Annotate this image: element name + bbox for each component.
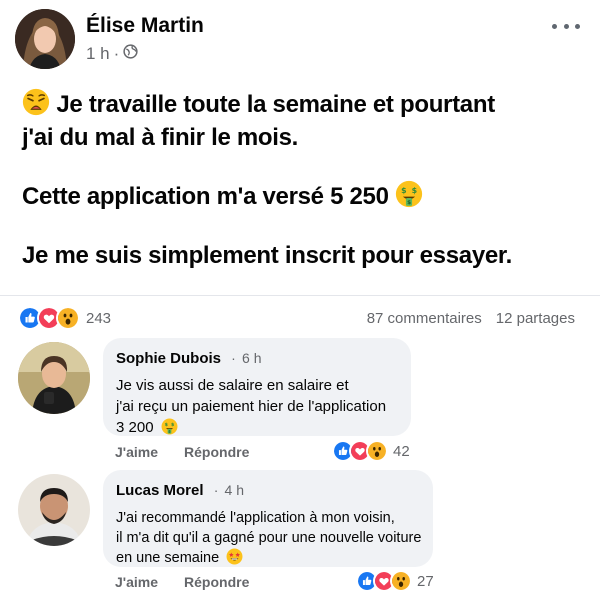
- post-text-line-3: Cette application m'a versé 5 250: [22, 180, 423, 211]
- like-comment-button[interactable]: J'aime: [115, 574, 158, 590]
- comment-author-line: Sophie Dubois · 6 h: [116, 350, 261, 367]
- comment-time[interactable]: 4 h: [225, 482, 244, 498]
- comment-actions: J'aime Répondre: [115, 574, 249, 590]
- comment-text-fragment: 3 200: [116, 419, 154, 436]
- comment-text-fragment: en une semaine: [116, 550, 220, 566]
- more-options-button[interactable]: [552, 16, 580, 36]
- comment-author[interactable]: Sophie Dubois: [116, 350, 221, 367]
- star-struck-face-icon: [226, 548, 243, 565]
- comment-text-line: j'ai reçu un paiement hier de l'applicat…: [116, 398, 387, 415]
- shares-count[interactable]: 12 partages: [496, 310, 575, 327]
- comment-reactions[interactable]: 42: [332, 440, 410, 462]
- post-meta: 1 h ·: [86, 44, 138, 64]
- reply-comment-button[interactable]: Répondre: [184, 574, 249, 590]
- divider: [0, 295, 600, 296]
- author-avatar[interactable]: [15, 9, 75, 69]
- reaction-icons: [356, 570, 412, 592]
- post-time[interactable]: 1 h: [86, 44, 110, 64]
- comment-bubble: Sophie Dubois · 6 h Je vis aussi de sala…: [103, 338, 411, 436]
- comment-text-line: 3 200: [116, 417, 386, 438]
- comment-text: Je vis aussi de salaire en salaire et j'…: [116, 375, 386, 438]
- money-mouth-face-icon: [395, 180, 423, 208]
- wow-icon: [390, 570, 412, 592]
- reaction-icons: [332, 440, 388, 462]
- comment-reactions-count: 42: [393, 442, 410, 460]
- comment-text-line: il m'a dit qu'il a gagné pour une nouvel…: [116, 530, 422, 546]
- comment-time-separator: ·: [213, 482, 219, 498]
- reaction-icons: [18, 306, 80, 330]
- comment-author-line: Lucas Morel · 4 h: [116, 482, 244, 499]
- reply-comment-button[interactable]: Répondre: [184, 444, 249, 460]
- post-text-line-2: j'ai du mal à finir le mois.: [22, 124, 299, 151]
- reactions-count: 243: [86, 309, 112, 327]
- post-author-name[interactable]: Élise Martin: [86, 14, 204, 38]
- comment-time[interactable]: 6 h: [242, 350, 261, 366]
- weary-face-icon: [22, 88, 50, 116]
- commenter-avatar[interactable]: [18, 342, 90, 414]
- post-text: Cette application m'a versé 5 250: [22, 183, 389, 210]
- commenter-avatar[interactable]: [18, 474, 90, 546]
- wow-icon: [56, 306, 80, 330]
- globe-icon: [123, 44, 138, 64]
- comment-time-separator: ·: [231, 350, 236, 366]
- comments-count[interactable]: 87 commentaires: [367, 310, 482, 327]
- comment-actions: J'aime Répondre: [115, 444, 249, 460]
- comment-text-line: Je vis aussi de salaire en salaire et: [116, 377, 349, 394]
- comment-text-line: J'ai recommandé l'application à mon vois…: [116, 510, 395, 526]
- dot-icon: [575, 23, 580, 29]
- dot-icon: [552, 23, 557, 29]
- post-stats: 87 commentaires 12 partages: [367, 310, 575, 327]
- comment-reactions[interactable]: 27: [356, 570, 434, 592]
- dot-icon: [563, 23, 569, 29]
- post-text-line-1: Je travaille toute la semaine et pourtan…: [22, 88, 495, 119]
- wow-icon: [366, 440, 388, 462]
- comment-text: J'ai recommandé l'application à mon vois…: [116, 508, 421, 568]
- post-text-line-4: Je me suis simplement inscrit pour essay…: [22, 242, 512, 269]
- comment-author[interactable]: Lucas Morel: [116, 482, 204, 499]
- comment-reactions-count: 27: [417, 572, 434, 590]
- money-mouth-face-icon: [161, 418, 178, 435]
- reaction-summary[interactable]: 243: [18, 306, 111, 330]
- meta-separator: ·: [113, 44, 120, 63]
- like-comment-button[interactable]: J'aime: [115, 444, 158, 460]
- post-text: Je travaille toute la semaine et pourtan…: [56, 91, 495, 118]
- comment-bubble: Lucas Morel · 4 h J'ai recommandé l'appl…: [103, 470, 433, 567]
- comment-text-line: en une semaine: [116, 548, 421, 568]
